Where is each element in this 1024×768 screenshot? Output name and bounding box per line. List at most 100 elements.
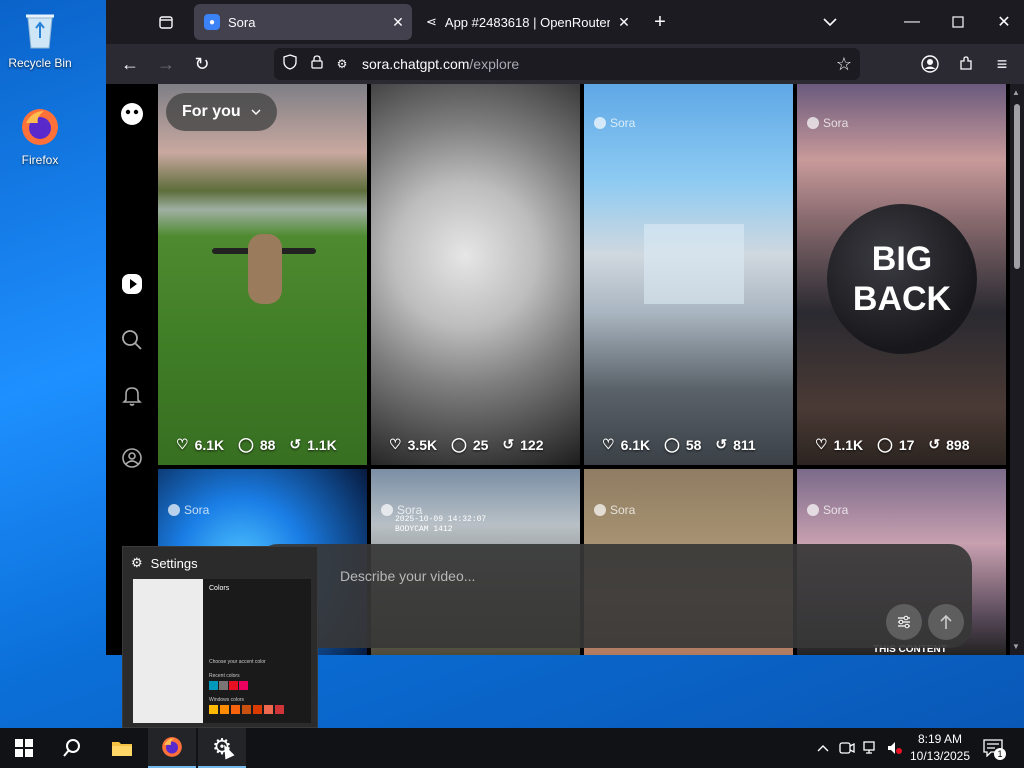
notification-count-badge: 1 (994, 748, 1006, 760)
url-bar[interactable]: ⚙ sora.chatgpt.com/explore ☆ (274, 48, 860, 80)
account-icon[interactable] (916, 50, 944, 78)
video-tile[interactable]: Sora BIG BACK ♡ 1.1K ◯ 17 ↺ 898 (797, 84, 1006, 465)
chevron-down-icon[interactable] (814, 8, 846, 36)
play-icon[interactable] (118, 270, 146, 298)
maximize-button[interactable] (942, 8, 974, 36)
preview-content-pane: Colors Choose your accent color Recent c… (203, 579, 311, 723)
taskbar-firefox[interactable] (148, 728, 196, 768)
tile-stats: ♡ 6.1K ◯ 88 ↺ 1.1K (176, 436, 337, 453)
minimize-button[interactable]: — (896, 8, 928, 36)
comments-stat[interactable]: ◯ 58 (664, 436, 701, 453)
watermark-text: Sora (184, 503, 210, 517)
sora-watermark-icon (168, 504, 180, 516)
desktop-icon-label: Firefox (21, 153, 59, 167)
remix-stat[interactable]: ↺ 811 (715, 436, 755, 453)
preview-thumbnail: Colors Choose your accent color Recent c… (133, 579, 311, 723)
profile-icon[interactable] (118, 444, 146, 472)
scroll-up-icon[interactable]: ▲ (1012, 88, 1020, 97)
sora-watermark-icon (807, 117, 819, 129)
chevron-up-icon[interactable] (814, 739, 832, 757)
clock[interactable]: 8:19 AM 10/13/2025 (908, 731, 972, 765)
comment-icon: ◯ (664, 436, 680, 452)
meet-now-icon[interactable] (838, 739, 856, 757)
video-tile[interactable]: ♡ 6.1K ◯ 88 ↺ 1.1K (158, 84, 367, 465)
desktop-icon-recycle-bin[interactable]: Recycle Bin (0, 8, 80, 70)
comments-stat[interactable]: ◯ 88 (238, 436, 275, 453)
video-tile[interactable]: Sora ♡ 6.1K ◯ 58 ↺ 811 (584, 84, 793, 465)
chevron-down-icon (251, 103, 261, 121)
bodycam-timestamp: 2025-10-09 14:32:07 BODYCAM 1412 (395, 515, 486, 535)
sora-logo-icon[interactable] (118, 100, 146, 128)
forward-button[interactable]: → (152, 50, 180, 78)
menu-icon[interactable]: ≡ (988, 50, 1016, 78)
watermark-text: Sora (823, 116, 849, 130)
submit-prompt-button[interactable] (928, 604, 964, 640)
sora-watermark-icon (594, 117, 606, 129)
search-button[interactable] (48, 728, 96, 768)
watermark-text: Sora (610, 503, 636, 517)
likes-stat[interactable]: ♡ 1.1K (815, 436, 863, 453)
close-tab-icon[interactable]: ✕ (384, 14, 412, 31)
desktop-icon-label: Recycle Bin (8, 56, 72, 70)
likes-count: 3.5K (407, 436, 438, 453)
window-color-swatch (253, 705, 262, 714)
remix-stat[interactable]: ↺ 1.1K (289, 436, 336, 453)
bookmark-star-icon[interactable]: ☆ (836, 54, 852, 75)
likes-stat[interactable]: ♡ 3.5K (389, 436, 437, 453)
remix-icon: ↺ (289, 436, 302, 452)
url-text: sora.chatgpt.com/explore (362, 56, 519, 72)
settings-window-preview[interactable]: ⚙ Settings Colors Choose your accent col… (122, 546, 318, 728)
tab-list-icon[interactable] (150, 8, 182, 36)
remix-count: 122 (520, 436, 544, 453)
url-path: /explore (469, 56, 520, 72)
back-button[interactable]: ← (116, 50, 144, 78)
accent-swatch (229, 681, 238, 690)
close-window-button[interactable]: ✕ (988, 8, 1020, 36)
prompt-composer: Describe your video... (256, 544, 972, 648)
sphere-text-line: BACK (852, 280, 952, 318)
scroll-thumb[interactable] (1014, 104, 1020, 269)
network-icon[interactable] (862, 739, 880, 757)
preview-recent-label: Recent colors (209, 673, 240, 679)
likes-stat[interactable]: ♡ 6.1K (176, 436, 224, 453)
gear-icon: ⚙ (131, 555, 143, 570)
accent-swatch (239, 681, 248, 690)
page-scrollbar[interactable]: ▲ ▼ (1010, 84, 1024, 655)
search-icon[interactable] (118, 326, 146, 354)
remix-stat[interactable]: ↺ 898 (928, 436, 969, 453)
volume-muted-icon[interactable] (886, 739, 904, 757)
bell-icon[interactable] (118, 382, 146, 410)
reload-button[interactable]: ↻ (188, 50, 216, 78)
likes-stat[interactable]: ♡ 6.1K (602, 436, 650, 453)
watermark-text: Sora (610, 116, 636, 130)
sliders-icon (898, 615, 910, 629)
sora-watermark: Sora (594, 116, 635, 130)
extensions-icon[interactable] (952, 50, 980, 78)
comments-count: 88 (259, 436, 276, 453)
comments-stat[interactable]: ◯ 25 (451, 436, 488, 453)
comments-stat[interactable]: ◯ 17 (877, 436, 914, 453)
video-tile[interactable]: ♡ 3.5K ◯ 25 ↺ 122 (371, 84, 580, 465)
remix-stat[interactable]: ↺ 122 (502, 436, 543, 453)
likes-count: 6.1K (194, 436, 225, 453)
feed-filter-dropdown[interactable]: For you (166, 93, 277, 131)
site-permissions-icon[interactable]: ⚙ (332, 57, 352, 71)
tab-openrouter[interactable]: ⋖ App #2483618 | OpenRouter ✕ (420, 4, 638, 40)
shield-icon[interactable] (280, 53, 300, 75)
prompt-input[interactable]: Describe your video... (340, 568, 475, 584)
desktop-icon-firefox[interactable]: Firefox (0, 105, 80, 167)
heart-icon: ♡ (389, 436, 402, 452)
feed-filter-label: For you (182, 103, 241, 120)
tab-sora[interactable]: ● Sora ✕ (194, 4, 412, 40)
tile-stats: ♡ 1.1K ◯ 17 ↺ 898 (815, 436, 969, 453)
recycle-bin-icon (18, 8, 62, 52)
close-tab-icon[interactable]: ✕ (610, 14, 638, 31)
scroll-down-icon[interactable]: ▼ (1012, 642, 1020, 651)
settings-sliders-button[interactable] (886, 604, 922, 640)
firefox-icon (162, 737, 182, 757)
remix-icon: ↺ (715, 436, 728, 452)
lock-icon[interactable] (306, 54, 328, 74)
taskbar-file-explorer[interactable] (98, 728, 146, 768)
start-button[interactable] (0, 728, 48, 768)
new-tab-button[interactable]: + (644, 8, 676, 36)
